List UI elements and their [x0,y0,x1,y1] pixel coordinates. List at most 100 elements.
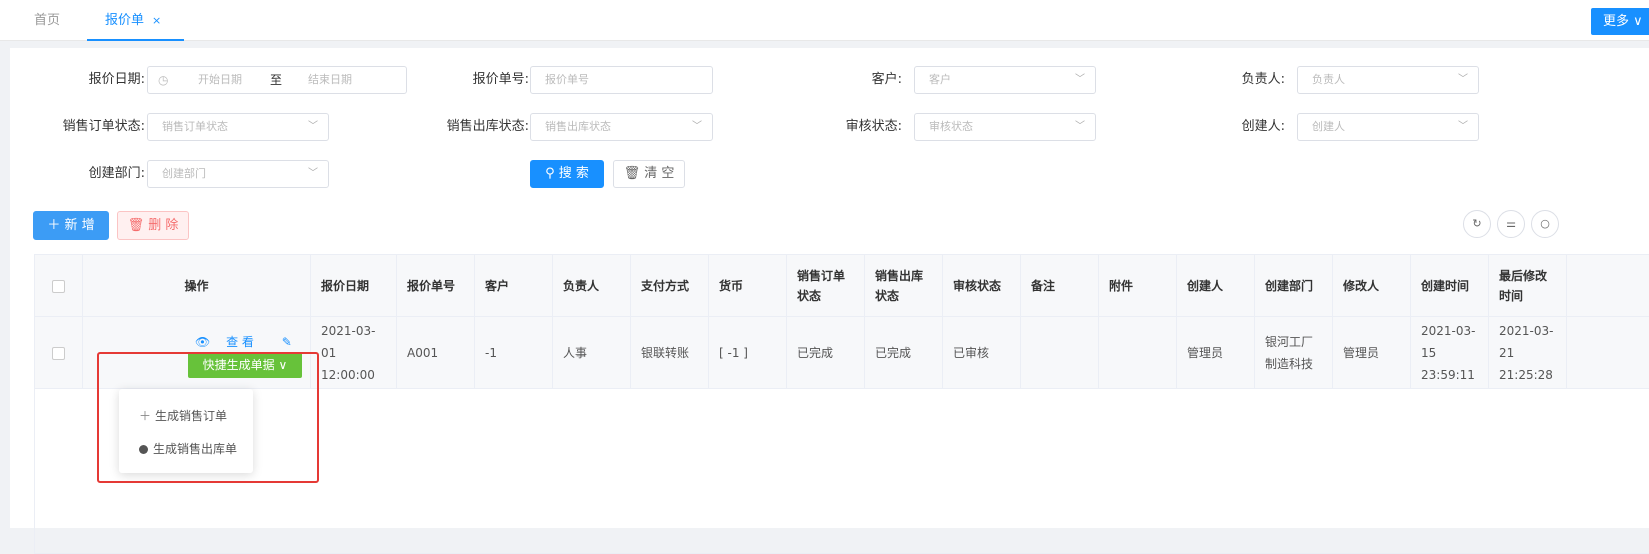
chevron-down-icon: ﹀ [1458,121,1468,132]
cell-so-status: 已完成 [787,317,865,389]
quote-no-input[interactable]: 报价单号 [530,66,713,94]
col-header: 支付方式 [631,255,709,317]
search-button[interactable]: ⚲ 搜 索 [530,160,604,188]
quote-date-range[interactable]: ◷ 开始日期 至 结束日期 [147,66,407,94]
add-button[interactable]: ＋ 新 增 [33,211,109,240]
owner-placeholder: 负责人 [1312,73,1345,86]
main-panel: 报价日期: ◷ 开始日期 至 结束日期 报价单号: 报价单号 客户: 客户 ﹀ 负… [10,48,1649,554]
select-all-checkbox[interactable] [52,279,65,293]
add-label: 新 增 [64,218,95,233]
col-header: 报价日期 [311,255,397,317]
col-header: 最后修改时间 [1489,255,1567,317]
chevron-down-icon: ﹀ [308,121,318,132]
more-button[interactable]: 更多 ∨ [1591,8,1649,35]
col-header: 报价单号 [397,255,475,317]
cell-remark [1021,317,1099,389]
tab-bar: 首页 报价单 × 更多 ∨ [0,0,1649,41]
pencil-icon: ✎ [281,335,292,349]
col-header: 销售出库状态 [865,255,943,317]
out-status-label: 销售出库状态: [446,119,529,134]
chevron-down-icon: ﹀ [308,168,318,179]
cell-dept: 银河工厂制造科技 [1255,317,1333,389]
out-status-select[interactable]: 销售出库状态 ﹀ [530,113,713,141]
cell-attachment [1099,317,1177,389]
so-status-select[interactable]: 销售订单状态 ﹀ [147,113,329,141]
cell-payment: 银联转账 [631,317,709,389]
customer-select[interactable]: 客户 ﹀ [914,66,1096,94]
delete-label: 删 除 [148,218,179,233]
trash-icon: 🗑 [623,166,641,181]
cell-customer: -1 [475,317,553,389]
quote-date-label: 报价日期: [88,72,145,87]
creator-select[interactable]: 创建人 ﹀ [1297,113,1479,141]
cell-out-status: 已完成 [865,317,943,389]
cell-quote-no: A001 [397,317,475,389]
tab-quote[interactable]: 报价单 × [87,0,184,41]
col-header: 创建时间 [1411,255,1489,317]
audit-label: 审核状态: [845,119,902,134]
view-link[interactable]: 👁 查 看 [195,335,266,349]
tab-home[interactable]: 首页 [34,0,60,41]
owner-label: 负责人: [1241,72,1285,87]
col-header: 操作 [83,255,311,317]
col-header: 创建部门 [1255,255,1333,317]
cell-owner: 人事 [553,317,631,389]
dept-label: 创建部门: [88,166,145,181]
so-status-placeholder: 销售订单状态 [162,120,228,133]
quote-no-label: 报价单号: [472,72,529,87]
audit-select[interactable]: 审核状态 ﹀ [914,113,1096,141]
trash-icon: 🗑 [127,218,145,233]
search-label: 搜 索 [558,166,589,181]
col-header: 创建人 [1177,255,1255,317]
refresh-icon[interactable]: ↻ [1463,210,1491,238]
col-header: 客户 [475,255,553,317]
chevron-down-icon: ﹀ [1075,121,1085,132]
chevron-down-icon: ﹀ [1075,74,1085,85]
clear-button[interactable]: 🗑 清 空 [613,160,685,188]
view-label: 查 看 [226,335,254,349]
cell-creator: 管理员 [1177,317,1255,389]
cell-audit: 已审核 [943,317,1021,389]
chevron-down-icon: ∨ [1633,14,1643,29]
cell-currency: [ -1 ] [709,317,787,389]
eye-icon: 👁 [195,335,211,349]
audit-placeholder: 审核状态 [929,120,973,133]
highlight-box [97,352,319,483]
delete-button[interactable]: 🗑 删 除 [117,211,189,240]
dept-placeholder: 创建部门 [162,167,206,180]
clear-label: 清 空 [644,166,675,181]
creator-placeholder: 创建人 [1312,120,1345,133]
row-select-cell [35,317,83,389]
cell-created-time: 2021-03-15 23:59:11 [1411,317,1489,389]
cell-modifier: 管理员 [1333,317,1411,389]
columns-settings-icon[interactable]: ⚌ [1497,210,1525,238]
col-header: 修改人 [1333,255,1411,317]
row-checkbox[interactable] [52,346,65,360]
search-toggle-icon[interactable]: ○ [1531,210,1559,238]
close-icon[interactable]: × [152,14,161,27]
quote-table: 操作 报价日期 报价单号 客户 负责人 支付方式 货币 销售订单状态 销售出库状… [34,254,1649,554]
so-status-label: 销售订单状态: [62,119,145,134]
col-header: 附件 [1099,255,1177,317]
owner-select[interactable]: 负责人 ﹀ [1297,66,1479,94]
date-separator: 至 [270,73,283,87]
end-date-input[interactable]: 结束日期 [308,67,352,93]
out-status-placeholder: 销售出库状态 [545,120,611,133]
chevron-down-icon: ﹀ [1458,74,1468,85]
more-label: 更多 [1603,14,1630,29]
customer-placeholder: 客户 [929,73,951,86]
chevron-down-icon: ﹀ [692,121,702,132]
tab-quote-label: 报价单 [105,13,145,28]
customer-label: 客户: [871,72,902,87]
search-icon: ⚲ [545,166,555,181]
start-date-input[interactable]: 开始日期 [198,67,242,93]
plus-icon: ＋ [47,218,61,233]
cell-modified-time: 2021-03-21 21:25:28 [1489,317,1567,389]
cell-date: 2021-03-01 12:00:00 [311,317,397,389]
dept-select[interactable]: 创建部门 ﹀ [147,160,329,188]
select-all-cell [35,255,83,317]
col-header: 备注 [1021,255,1099,317]
col-header: 负责人 [553,255,631,317]
col-header: 审核状态 [943,255,1021,317]
table-header: 操作 报价日期 报价单号 客户 负责人 支付方式 货币 销售订单状态 销售出库状… [35,255,1649,317]
